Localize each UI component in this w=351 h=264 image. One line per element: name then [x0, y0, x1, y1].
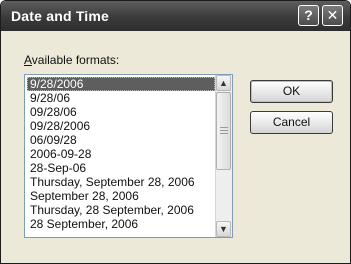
scroll-up-icon[interactable]: ▲ — [216, 75, 231, 91]
formats-list: 9/28/2006 9/28/06 09/28/06 09/28/2006 06… — [27, 77, 215, 231]
format-item[interactable]: Thursday, September 28, 2006 — [27, 175, 215, 189]
format-item[interactable]: September 28, 2006 — [27, 189, 215, 203]
dialog-title: Date and Time — [11, 8, 110, 24]
label-text: vailable formats: — [31, 53, 120, 67]
format-item[interactable]: 28-Sep-06 — [27, 161, 215, 175]
label-mnemonic: A — [24, 53, 32, 67]
grip-line — [220, 130, 228, 131]
format-item[interactable]: Thursday, 28 September, 2006 — [27, 203, 215, 217]
help-button[interactable]: ? — [298, 5, 319, 26]
format-item[interactable]: 09/28/06 — [27, 105, 215, 119]
vertical-scrollbar[interactable]: ▲ ▼ — [215, 75, 232, 237]
format-item[interactable]: 2006-09-28 — [27, 147, 215, 161]
formats-listbox[interactable]: 9/28/2006 9/28/06 09/28/06 09/28/2006 06… — [24, 74, 233, 238]
scrollbar-thumb[interactable] — [216, 92, 231, 170]
available-formats-label: Available formats: — [24, 53, 119, 67]
date-and-time-dialog: Date and Time ? ✕ Available formats: 9/2… — [0, 0, 351, 264]
ok-button[interactable]: OK — [250, 80, 333, 103]
format-item[interactable]: 9/28/06 — [27, 91, 215, 105]
format-item[interactable]: 28 September, 2006 — [27, 217, 215, 231]
grip-line — [220, 133, 228, 134]
close-button[interactable]: ✕ — [322, 5, 343, 26]
title-bar[interactable]: Date and Time ? ✕ — [1, 1, 350, 31]
scroll-down-icon[interactable]: ▼ — [216, 221, 231, 237]
cancel-button[interactable]: Cancel — [250, 111, 333, 134]
grip-line — [220, 127, 228, 128]
format-item[interactable]: 06/09/28 — [27, 133, 215, 147]
format-item[interactable]: 09/28/2006 — [27, 119, 215, 133]
format-item-selected[interactable]: 9/28/2006 — [27, 77, 215, 91]
